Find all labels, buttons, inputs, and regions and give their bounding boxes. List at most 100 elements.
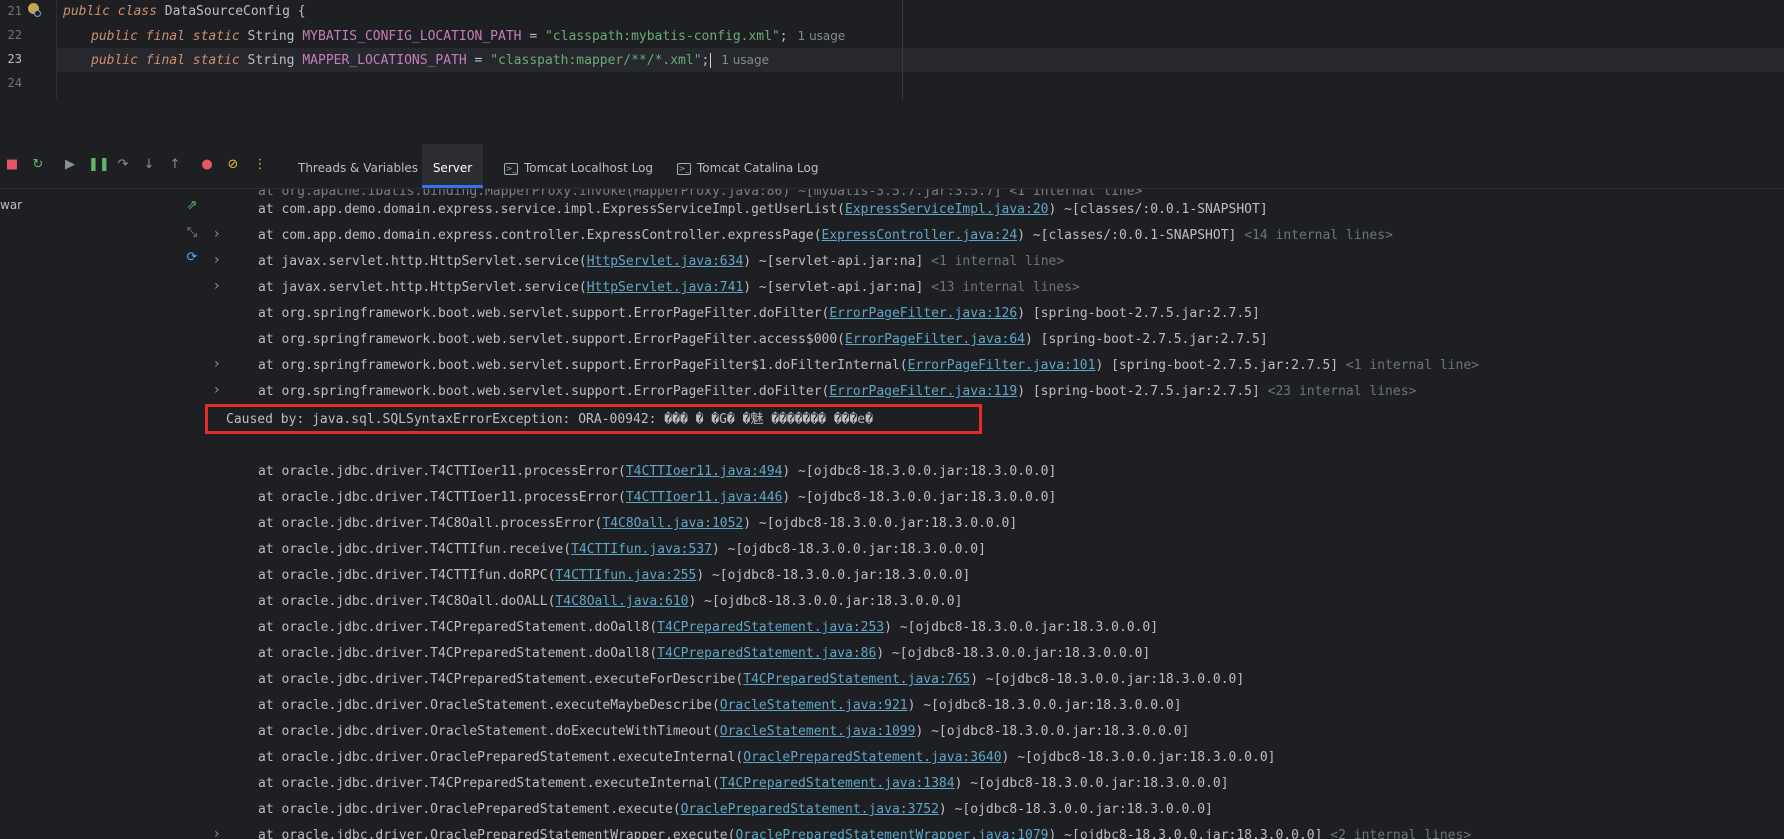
expand-chevron-icon[interactable]: ›	[214, 382, 220, 398]
line-number: 24	[7, 76, 22, 90]
frame-text: at com.app.demo.domain.express.controlle…	[258, 228, 822, 243]
frame-suffix: ) ~[classes/:0.0.1-SNAPSHOT]	[1017, 228, 1245, 243]
stack-trace-line: at oracle.jdbc.driver.OracleStatement.ex…	[258, 693, 1182, 719]
stack-trace-line: at oracle.jdbc.driver.T4CPreparedStateme…	[258, 641, 1150, 667]
source-link[interactable]: T4CTTIoer11.java:446	[626, 490, 783, 505]
source-link[interactable]: ErrorPageFilter.java:101	[908, 358, 1096, 373]
expand-chevron-icon[interactable]: ›	[214, 278, 220, 294]
source-link[interactable]: T4C8Oall.java:1052	[602, 516, 743, 531]
frame-text: at oracle.jdbc.driver.T4CPreparedStateme…	[258, 672, 744, 687]
frame-suffix: ) ~[ojdbc8-18.3.0.0.jar:18.3.0.0.0]	[884, 620, 1159, 635]
source-link[interactable]: ErrorPageFilter.java:126	[829, 306, 1017, 321]
text-caret	[710, 53, 712, 68]
internal-lines-hint[interactable]: <13 internal lines>	[931, 280, 1080, 295]
line-number: 21	[7, 4, 22, 18]
source-link[interactable]: T4C8Oall.java:610	[555, 594, 688, 609]
code-line-22: public final static String MYBATIS_CONFI…	[91, 24, 845, 48]
source-link[interactable]: T4CTTIfun.java:537	[571, 542, 712, 557]
usage-hint[interactable]: 1 usage	[798, 29, 846, 43]
source-link[interactable]: T4CPreparedStatement.java:1384	[720, 776, 955, 791]
right-margin-guide	[902, 0, 903, 100]
stack-trace-line: at oracle.jdbc.driver.T4C8Oall.doOALL(T4…	[258, 589, 962, 615]
frame-text: at oracle.jdbc.driver.OracleStatement.ex…	[258, 698, 720, 713]
expand-chevron-icon[interactable]: ›	[214, 826, 220, 839]
tab-server[interactable]: Server	[422, 144, 483, 188]
frame-suffix: ) ~[ojdbc8-18.3.0.0.jar:18.3.0.0.0]	[782, 464, 1057, 479]
source-link[interactable]: T4CTTIfun.java:255	[555, 568, 696, 583]
source-link[interactable]: ExpressController.java:24	[822, 228, 1018, 243]
source-link[interactable]: OraclePreparedStatementWrapper.java:1079	[735, 828, 1048, 839]
source-link[interactable]: T4CPreparedStatement.java:86	[657, 646, 876, 661]
semicolon: ;	[779, 29, 788, 44]
class-name: DataSourceConfig {	[164, 4, 306, 19]
source-link[interactable]: OraclePreparedStatement.java:3640	[743, 750, 1001, 765]
source-link[interactable]: T4CPreparedStatement.java:765	[743, 672, 970, 687]
stack-trace-line: at oracle.jdbc.driver.T4CPreparedStateme…	[258, 771, 1229, 797]
internal-lines-hint[interactable]: <14 internal lines>	[1244, 228, 1393, 243]
error-highlight-box	[205, 404, 982, 434]
usages-gutter-icon[interactable]	[28, 3, 41, 17]
source-link[interactable]: T4CTTIoer11.java:494	[626, 464, 783, 479]
more-icon[interactable]: ⋮	[251, 156, 269, 174]
tab-tomcat-catalina-log[interactable]: >_ Tomcat Catalina Log	[667, 144, 828, 188]
terminal-icon: >_	[677, 162, 691, 175]
frame-suffix: ) ~[ojdbc8-18.3.0.0.jar:18.3.0.0.0]	[696, 568, 971, 583]
frame-suffix: ) ~[ojdbc8-18.3.0.0.jar:18.3.0.0.0]	[876, 646, 1151, 661]
tab-tomcat-localhost-log[interactable]: >_ Tomcat Localhost Log	[494, 144, 663, 188]
frame-text: at org.springframework.boot.web.servlet.…	[258, 332, 845, 347]
step-into-icon[interactable]: ↓	[140, 156, 158, 174]
source-link[interactable]: OraclePreparedStatement.java:3752	[681, 802, 939, 817]
frame-suffix: ) ~[servlet-api.jar:na]	[743, 254, 932, 269]
operator: =	[521, 29, 545, 44]
tab-threads-variables[interactable]: Threads & Variables	[288, 144, 428, 188]
resume-icon[interactable]: ▶	[61, 156, 79, 174]
source-link[interactable]: ExpressServiceImpl.java:20	[845, 202, 1049, 217]
frame-suffix: ) ~[ojdbc8-18.3.0.0.jar:18.3.0.0.0]	[970, 672, 1245, 687]
console-output[interactable]: at org.apache.ibatis.binding.MapperProxy…	[0, 189, 1784, 839]
expand-chevron-icon[interactable]: ›	[214, 252, 220, 268]
source-link[interactable]: ErrorPageFilter.java:119	[829, 384, 1017, 399]
string-literal: "classpath:mybatis-config.xml"	[544, 29, 780, 44]
frame-suffix: ) ~[ojdbc8-18.3.0.0.jar:18.3.0.0.0]	[915, 724, 1190, 739]
pause-icon[interactable]: ❚❚	[88, 156, 110, 174]
frame-text: at javax.servlet.http.HttpServlet.servic…	[258, 280, 587, 295]
frame-text: at oracle.jdbc.driver.T4CTTIoer11.proces…	[258, 464, 626, 479]
rerun-icon[interactable]: ↻	[29, 156, 47, 174]
line-number: 22	[7, 28, 22, 42]
expand-chevron-icon[interactable]: ›	[214, 226, 220, 242]
source-link[interactable]: OracleStatement.java:1099	[720, 724, 916, 739]
step-over-icon[interactable]: ↷	[114, 156, 132, 174]
frame-text: at org.springframework.boot.web.servlet.…	[258, 384, 830, 399]
step-out-icon[interactable]: ↑	[166, 156, 184, 174]
source-link[interactable]: HttpServlet.java:741	[587, 280, 744, 295]
stack-trace-line: at oracle.jdbc.driver.OracleStatement.do…	[258, 719, 1189, 745]
frame-suffix: ) [spring-boot-2.7.5.jar:2.7.5]	[1017, 306, 1260, 321]
expand-chevron-icon[interactable]: ›	[214, 356, 220, 372]
stack-trace-line: at org.springframework.boot.web.servlet.…	[258, 301, 1260, 327]
frame-suffix: ) ~[ojdbc8-18.3.0.0.jar:18.3.0.0.0]	[1048, 828, 1331, 839]
internal-lines-hint[interactable]: <1 internal line>	[1346, 358, 1479, 373]
source-link[interactable]: T4CPreparedStatement.java:253	[657, 620, 884, 635]
stack-trace-line: at org.springframework.boot.web.servlet.…	[258, 379, 1416, 405]
source-link[interactable]: ErrorPageFilter.java:64	[845, 332, 1025, 347]
stack-trace-line: at oracle.jdbc.driver.OraclePreparedStat…	[258, 823, 1471, 839]
frame-text: at com.app.demo.domain.express.service.i…	[258, 202, 845, 217]
frame-suffix: ) ~[ojdbc8-18.3.0.0.jar:18.3.0.0.0]	[1001, 750, 1276, 765]
stack-trace-line: at oracle.jdbc.driver.T4CTTIfun.doRPC(T4…	[258, 563, 970, 589]
code-editor[interactable]: 21 22 23 24 public class DataSourceConfi…	[0, 0, 1784, 100]
gutter-divider	[56, 0, 57, 100]
tab-label: Tomcat Localhost Log	[524, 161, 654, 175]
stop-icon[interactable]: ■	[3, 156, 21, 174]
frame-suffix: ) ~[ojdbc8-18.3.0.0.jar:18.3.0.0.0]	[907, 698, 1182, 713]
source-link[interactable]: OracleStatement.java:921	[720, 698, 908, 713]
semicolon: ;	[701, 53, 710, 68]
internal-lines-hint[interactable]: <2 internal lines>	[1330, 828, 1471, 839]
internal-lines-hint[interactable]: <1 internal line>	[931, 254, 1064, 269]
usage-hint[interactable]: 1 usage	[721, 53, 769, 67]
mute-breakpoints-icon[interactable]: ⊘	[224, 156, 242, 174]
frame-text: at oracle.jdbc.driver.OracleStatement.do…	[258, 724, 720, 739]
source-link[interactable]: HttpServlet.java:634	[587, 254, 744, 269]
internal-lines-hint[interactable]: <23 internal lines>	[1268, 384, 1417, 399]
breakpoints-icon[interactable]: ●	[198, 156, 216, 174]
stack-trace-line: at oracle.jdbc.driver.T4C8Oall.processEr…	[258, 511, 1017, 537]
